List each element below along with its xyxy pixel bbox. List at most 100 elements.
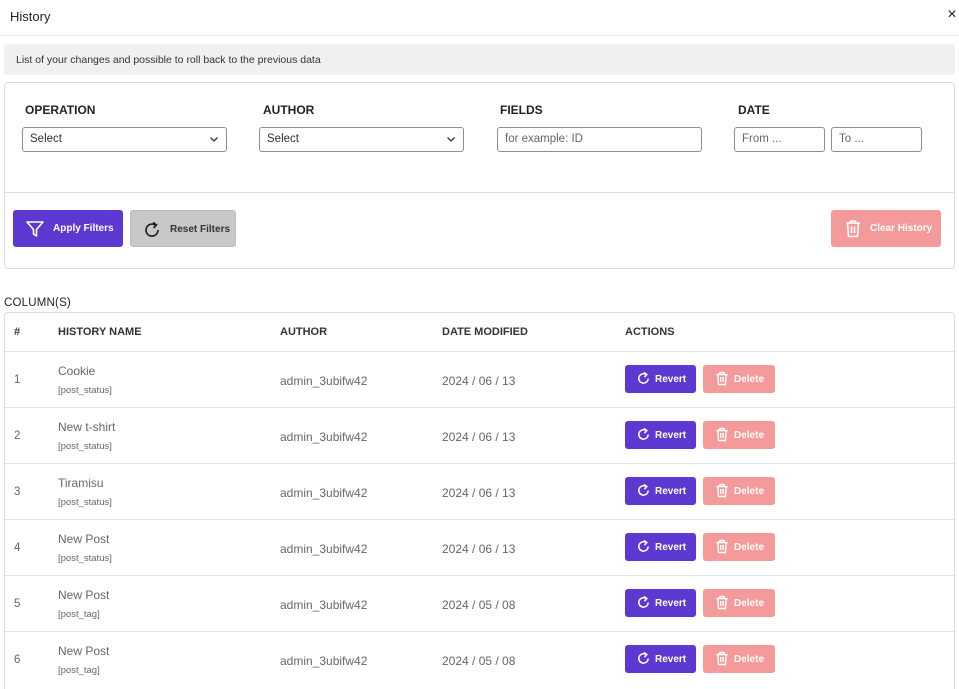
row-index: 6 (14, 654, 21, 666)
reset-filters-label: Reset Filters (170, 224, 231, 235)
revert-label: Revert (655, 598, 687, 609)
table-row: 4 New Post [post_status] admin_3ubifw42 2024… (5, 519, 954, 575)
revert-button[interactable]: Revert (625, 365, 696, 393)
delete-label: Delete (734, 542, 765, 553)
modal-title: History (10, 9, 51, 24)
delete-button[interactable]: Delete (703, 477, 775, 505)
row-date-modified: 2024 / 06 / 13 (442, 542, 516, 556)
revert-label: Revert (655, 654, 687, 665)
revert-icon (638, 595, 649, 608)
delete-button[interactable]: Delete (703, 645, 775, 673)
columns-heading: COLUMN(S) (4, 297, 71, 309)
history-field: [post_status] (58, 553, 112, 564)
header-actions: ACTIONS (625, 326, 675, 338)
revert-label: Revert (655, 374, 687, 385)
row-author: admin_3ubifw42 (280, 542, 368, 556)
trash-icon (716, 651, 728, 666)
delete-button[interactable]: Delete (703, 421, 775, 449)
fields-label: FIELDS (500, 103, 543, 117)
row-author: admin_3ubifw42 (280, 486, 368, 500)
trash-icon (716, 595, 728, 610)
revert-button[interactable]: Revert (625, 645, 696, 673)
clear-history-label: Clear History (870, 223, 933, 234)
history-field: [post_status] (58, 497, 112, 508)
header-history-name: HISTORY NAME (58, 326, 142, 338)
table-row: 1 Cookie [post_status] admin_3ubifw42 2024 /… (5, 351, 954, 407)
trash-icon (716, 371, 728, 386)
history-field: [post_tag] (58, 609, 100, 620)
row-date-modified: 2024 / 05 / 08 (442, 598, 516, 612)
revert-icon (638, 427, 649, 440)
row-index: 5 (14, 598, 21, 610)
close-icon[interactable]: × (945, 6, 959, 24)
delete-label: Delete (734, 598, 765, 609)
trash-icon (846, 220, 860, 238)
modal-header: History × (0, 0, 959, 36)
header-author: AUTHOR (280, 326, 328, 338)
delete-button[interactable]: Delete (703, 589, 775, 617)
history-field: [post_status] (58, 385, 112, 396)
history-table: # HISTORY NAME AUTHOR DATE MODIFIED ACTI… (4, 312, 955, 689)
operation-label: OPERATION (25, 103, 96, 117)
revert-label: Revert (655, 486, 687, 497)
refresh-icon (145, 221, 159, 237)
header-date-modified: DATE MODIFIED (442, 326, 528, 338)
apply-filters-label: Apply Filters (53, 223, 114, 234)
row-index: 3 (14, 486, 21, 498)
filters-panel: OPERATION Select AUTHOR Select FIELDS fo… (4, 82, 955, 269)
table-row: 5 New Post [post_tag] admin_3ubifw42 2024 / … (5, 575, 954, 631)
row-index: 1 (14, 374, 21, 386)
date-from-input[interactable]: From ... (734, 127, 825, 152)
history-name: New t-shirt (58, 420, 116, 434)
apply-filters-button[interactable]: Apply Filters (13, 210, 123, 247)
delete-button[interactable]: Delete (703, 533, 775, 561)
row-author: admin_3ubifw42 (280, 430, 368, 444)
reset-filters-button[interactable]: Reset Filters (130, 210, 236, 247)
delete-label: Delete (734, 374, 765, 385)
revert-label: Revert (655, 542, 687, 553)
row-author: admin_3ubifw42 (280, 598, 368, 612)
revert-button[interactable]: Revert (625, 477, 696, 505)
history-name: New Post (58, 532, 110, 546)
row-date-modified: 2024 / 05 / 08 (442, 654, 516, 668)
history-name: Tiramisu (58, 476, 104, 490)
filters-divider (5, 192, 954, 193)
trash-icon (716, 427, 728, 442)
row-date-modified: 2024 / 06 / 13 (442, 374, 516, 388)
chevron-down-icon (447, 137, 455, 142)
history-name: New Post (58, 644, 110, 658)
info-text: List of your changes and possible to rol… (16, 54, 321, 66)
clear-history-button[interactable]: Clear History (831, 210, 941, 247)
trash-icon (716, 483, 728, 498)
row-date-modified: 2024 / 06 / 13 (442, 486, 516, 500)
row-author: admin_3ubifw42 (280, 654, 368, 668)
filter-icon (26, 221, 44, 237)
revert-label: Revert (655, 430, 687, 441)
author-select[interactable]: Select (259, 127, 464, 152)
header-index: # (14, 326, 21, 338)
operation-select[interactable]: Select (22, 127, 227, 152)
table-row: 3 Tiramisu [post_status] admin_3ubifw42 2024… (5, 463, 954, 519)
revert-icon (638, 539, 649, 552)
row-index: 2 (14, 430, 21, 442)
history-name: Cookie (58, 364, 96, 378)
chevron-down-icon (210, 137, 218, 142)
revert-button[interactable]: Revert (625, 421, 696, 449)
revert-button[interactable]: Revert (625, 589, 696, 617)
table-row: 6 New Post [post_tag] admin_3ubifw42 2024 / … (5, 631, 954, 687)
date-to-input[interactable]: To ... (831, 127, 922, 152)
author-label: AUTHOR (263, 103, 315, 117)
delete-button[interactable]: Delete (703, 365, 775, 393)
history-name: New Post (58, 588, 110, 602)
revert-icon (638, 483, 649, 496)
delete-label: Delete (734, 654, 765, 665)
table-row: 2 New t-shirt [post_status] admin_3ubifw42 2… (5, 407, 954, 463)
row-index: 4 (14, 542, 21, 554)
date-label: DATE (738, 103, 770, 117)
revert-icon (638, 651, 649, 664)
trash-icon (716, 539, 728, 554)
delete-label: Delete (734, 486, 765, 497)
delete-label: Delete (734, 430, 765, 441)
revert-button[interactable]: Revert (625, 533, 696, 561)
fields-input[interactable]: for example: ID (497, 127, 702, 152)
